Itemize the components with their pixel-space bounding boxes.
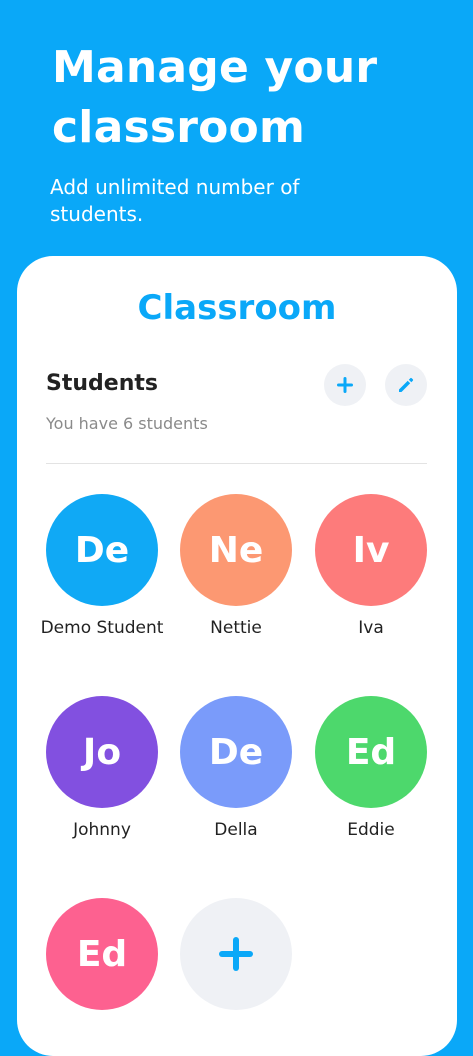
student-name: Demo Student (40, 618, 164, 638)
student-card[interactable]: Iv Iva (301, 494, 441, 641)
students-heading: Students (46, 371, 158, 396)
edit-students-button[interactable] (385, 364, 427, 406)
student-card[interactable]: Ed Eddie (301, 696, 441, 843)
student-card[interactable]: Ne Nettie (166, 494, 306, 641)
student-avatar: Ed (46, 898, 158, 1010)
student-name: Nettie (210, 618, 262, 638)
student-card[interactable]: De Demo Student (32, 494, 172, 641)
student-name: Eddie (347, 820, 395, 840)
student-avatar: De (46, 494, 158, 606)
headline: Manage your classroom (52, 42, 378, 153)
pencil-icon (399, 377, 414, 392)
students-count: You have 6 students (46, 414, 208, 433)
student-name: Della (214, 820, 258, 840)
student-card[interactable]: Jo Johnny (32, 696, 172, 843)
student-avatar: Ed (315, 696, 427, 808)
student-name: Iva (358, 618, 384, 638)
card-title: Classroom (137, 288, 337, 328)
student-avatar: Jo (46, 696, 158, 808)
student-card[interactable]: Ed (32, 898, 172, 1010)
student-avatar: Ne (180, 494, 292, 606)
add-student-tile[interactable] (180, 898, 292, 1010)
divider (46, 463, 427, 464)
classroom-card: Classroom Students You have 6 students D… (17, 256, 457, 1056)
subheadline: Add unlimited number of students. (50, 175, 300, 226)
student-avatar: De (180, 696, 292, 808)
student-card[interactable]: De Della (166, 696, 306, 843)
student-name: Johnny (73, 820, 131, 840)
plus-icon (337, 377, 353, 393)
add-student-button[interactable] (324, 364, 366, 406)
plus-icon (219, 937, 253, 971)
student-avatar: Iv (315, 494, 427, 606)
